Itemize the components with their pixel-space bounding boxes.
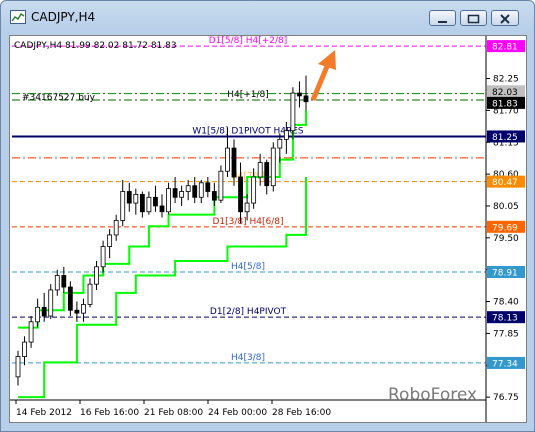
level-label: D1[3/8] H4[6/8]	[212, 217, 283, 227]
candle-body	[192, 185, 198, 198]
candle-body	[41, 306, 47, 317]
close-icon	[500, 14, 510, 24]
title-bar[interactable]: CADJPY,H4	[1, 1, 534, 33]
x-tick-label: 28 Feb 16:00	[272, 408, 331, 418]
chart-window: CADJPY,H4 D1[5/8] H4[+2/8] H4[+1/8] W1[5/8…	[0, 0, 535, 432]
candle-body	[67, 286, 73, 311]
candle-body	[218, 170, 224, 201]
candle-body	[238, 176, 243, 213]
candle-body	[283, 130, 289, 140]
level-label: H4[5/8]	[231, 262, 265, 272]
candle-body	[100, 246, 106, 268]
candle-body	[297, 92, 302, 97]
current-price-label: 82.03	[492, 88, 518, 98]
level-label: H4[3/8]	[231, 353, 265, 363]
candle-body	[244, 202, 250, 213]
level-price-label: 82.81	[492, 43, 518, 53]
candle-body	[185, 185, 191, 192]
candle-body	[277, 138, 283, 149]
candle-body	[211, 191, 217, 201]
candle-body	[87, 283, 93, 305]
level-label: D1[2/8] H4PIVOT	[210, 307, 287, 317]
candle-body	[28, 321, 34, 343]
chart-icon	[10, 10, 26, 24]
candle-body	[107, 234, 113, 247]
level-price-label: 81.25	[492, 133, 518, 143]
level-label: H4[+1/8]	[227, 90, 269, 100]
y-tick-label: 77.85	[493, 329, 519, 339]
watermark-text: RoboForex	[388, 385, 477, 405]
close-button[interactable]	[491, 10, 519, 26]
x-tick-label: 21 Feb 08:00	[144, 408, 203, 418]
y-tick-label: 78.40	[493, 298, 519, 308]
candle-body	[159, 205, 165, 213]
candle-body	[120, 191, 126, 221]
minimize-button[interactable]	[429, 10, 456, 26]
plot-area[interactable]: D1[5/8] H4[+2/8] H4[+1/8] W1[5/8] D1PIVOT …	[9, 35, 527, 423]
candle-body	[172, 188, 178, 198]
candle-body	[94, 266, 99, 285]
chart-header: CADJPY,H4 81.99 82.02 81.72 81.83	[14, 41, 177, 51]
candle-body	[133, 193, 139, 204]
y-tick-label: 79.50	[493, 234, 519, 244]
candle-body	[166, 188, 171, 213]
level-label: D1[5/8] H4[+2/8]	[209, 36, 288, 46]
level-price-label: 78.13	[492, 314, 518, 324]
candle-body	[251, 176, 257, 204]
candle-body	[264, 162, 270, 187]
candle-body	[231, 147, 237, 178]
order-label: #34167527 buy	[22, 93, 96, 103]
candle-body	[35, 306, 41, 323]
candle-body	[225, 147, 230, 172]
candle-body	[15, 356, 21, 378]
candle-body	[290, 92, 296, 132]
minimize-icon	[438, 21, 447, 23]
y-tick-label: 82.25	[493, 75, 519, 85]
candle-body	[270, 147, 276, 187]
arrow-icon	[310, 50, 336, 101]
candle-body	[81, 304, 86, 314]
y-tick-label: 80.05	[493, 202, 519, 212]
candle-body	[48, 289, 54, 317]
level-price-label: 79.69	[492, 223, 518, 233]
candle-body	[74, 309, 80, 314]
candle-body	[113, 220, 119, 236]
level-price-label: 77.34	[492, 359, 518, 369]
level-price-label: 78.91	[492, 268, 518, 278]
x-tick-label: 16 Feb 16:00	[80, 408, 139, 418]
bid-price-label: 81.83	[492, 99, 518, 109]
candle-body	[303, 95, 309, 103]
window-title: CADJPY,H4	[31, 10, 96, 24]
maximize-button[interactable]	[460, 10, 487, 26]
x-tick-label: 24 Feb 00:00	[208, 408, 267, 418]
price-chart: D1[5/8] H4[+2/8]H4[+1/8]W1[5/8] D1PIVOT …	[10, 36, 525, 422]
maximize-icon	[467, 14, 480, 24]
y-tick-label: 76.75	[493, 393, 519, 403]
x-tick-label: 14 Feb 2012	[16, 408, 72, 418]
candle-body	[257, 162, 263, 178]
level-price-label: 80.47	[492, 178, 518, 188]
candle-body	[139, 193, 145, 213]
candle-body	[153, 196, 158, 207]
candle-body	[146, 196, 152, 213]
candle-body	[205, 182, 211, 192]
candle-body	[179, 191, 185, 198]
candle-body	[22, 341, 27, 357]
candle-body	[198, 182, 204, 198]
candle-body	[126, 191, 132, 204]
candle-body	[54, 275, 60, 291]
candle-body	[61, 275, 67, 288]
